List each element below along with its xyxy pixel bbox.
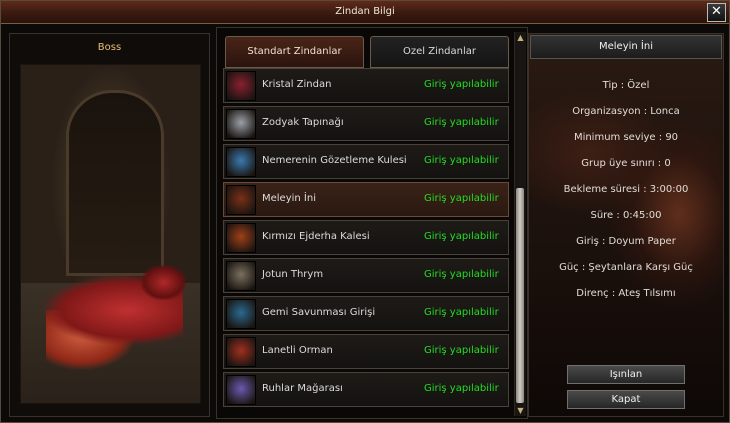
dungeon-name: Lanetli Orman: [262, 345, 333, 356]
dungeon-row[interactable]: Gemi Savunması Girişi Giriş yapılabilir: [223, 296, 509, 331]
dungeon-row[interactable]: Nemerenin Gözetleme Kulesi Giriş yapılabi…: [223, 144, 509, 179]
detail-line: Süre : 0:45:00: [590, 210, 662, 221]
entry-status: Giriş yapılabilir: [424, 307, 499, 318]
dungeon-row[interactable]: Meleyin İni Giriş yapılabilir: [223, 182, 509, 217]
dungeon-name: Gemi Savunması Girişi: [262, 307, 376, 318]
dragon-head-image: [141, 265, 186, 300]
boss-image: [20, 64, 201, 404]
detail-line: Organizasyon : Lonca: [572, 106, 680, 117]
forest-creature-icon: [226, 337, 256, 367]
detail-line: Tip : Özel: [602, 80, 650, 91]
boss-label: Boss: [97, 42, 122, 53]
teleport-button[interactable]: Işınlan: [567, 365, 685, 384]
entry-status: Giriş yapılabilir: [424, 269, 499, 280]
entry-status: Giriş yapılabilir: [424, 345, 499, 356]
giant-icon: [226, 261, 256, 291]
tab-special-dungeons[interactable]: Ozel Zindanlar: [370, 36, 509, 68]
detail-line: Bekleme süresi : 3:00:00: [563, 184, 689, 195]
dungeon-row[interactable]: Kristal Zindan Giriş yapılabilir: [223, 68, 509, 103]
dragon-icon: [226, 185, 256, 215]
entry-status: Giriş yapılabilir: [424, 193, 499, 204]
close-button[interactable]: ✕: [707, 3, 726, 22]
dungeon-detail-panel: Meleyin İni Tip : Özel Organizasyon : Lon…: [528, 33, 724, 417]
dungeon-door-image: [66, 90, 164, 276]
scroll-down-arrow-icon[interactable]: ▼: [515, 405, 526, 416]
zodiac-creature-icon: [226, 109, 256, 139]
dungeon-list-panel: Standart Zindanlar Ozel Zindanlar Krista…: [216, 27, 528, 419]
dungeon-name: Ruhlar Mağarası: [262, 383, 343, 394]
ice-creature-icon: [226, 147, 256, 177]
scroll-thumb[interactable]: [516, 188, 524, 403]
entry-status: Giriş yapılabilir: [424, 79, 499, 90]
detail-line: Direnç : Ateş Tılsımı: [576, 288, 676, 299]
window-title: Zindan Bilgi: [335, 6, 395, 17]
title-bar[interactable]: Zindan Bilgi ✕: [1, 1, 729, 24]
crystal-creature-icon: [226, 71, 256, 101]
dungeon-row[interactable]: Ruhlar Mağarası Giriş yapılabilir: [223, 372, 509, 407]
dungeon-info-window: Zindan Bilgi ✕ Boss Standart Zindanlar O…: [0, 0, 730, 423]
dungeon-name: Zodyak Tapınağı: [262, 117, 344, 128]
entry-status: Giriş yapılabilir: [424, 155, 499, 166]
dungeon-name: Nemerenin Gözetleme Kulesi: [262, 155, 407, 166]
dungeon-row[interactable]: Jotun Thrym Giriş yapılabilir: [223, 258, 509, 293]
scroll-up-arrow-icon[interactable]: ▲: [515, 32, 526, 43]
dungeon-row[interactable]: Lanetli Orman Giriş yapılabilir: [223, 334, 509, 369]
dungeon-row[interactable]: Kırmızı Ejderha Kalesi Giriş yapılabilir: [223, 220, 509, 255]
detail-line: Güç : Şeytanlara Karşı Güç: [559, 262, 693, 273]
dungeon-name: Meleyin İni: [262, 193, 316, 204]
entry-status: Giriş yapılabilir: [424, 117, 499, 128]
dungeon-name: Jotun Thrym: [262, 269, 324, 280]
detail-line: Grup üye sınırı : 0: [581, 158, 671, 169]
spirit-icon: [226, 375, 256, 405]
detail-line: Minimum seviye : 90: [573, 132, 679, 143]
dungeon-name: Kırmızı Ejderha Kalesi: [262, 231, 370, 242]
dungeon-name: Kristal Zindan: [262, 79, 332, 90]
detail-title: Meleyin İni: [530, 35, 722, 59]
dungeon-row[interactable]: Zodyak Tapınağı Giriş yapılabilir: [223, 106, 509, 141]
entry-status: Giriş yapılabilir: [424, 231, 499, 242]
sea-creature-icon: [226, 299, 256, 329]
tab-standard-dungeons[interactable]: Standart Zindanlar: [225, 36, 364, 68]
close-detail-button[interactable]: Kapat: [567, 390, 685, 409]
detail-line: Giriş : Doyum Paper: [576, 236, 676, 247]
red-dragon-icon: [226, 223, 256, 253]
list-scrollbar[interactable]: ▲ ▼: [514, 32, 526, 416]
entry-status: Giriş yapılabilir: [424, 383, 499, 394]
boss-panel: Boss: [9, 33, 210, 417]
